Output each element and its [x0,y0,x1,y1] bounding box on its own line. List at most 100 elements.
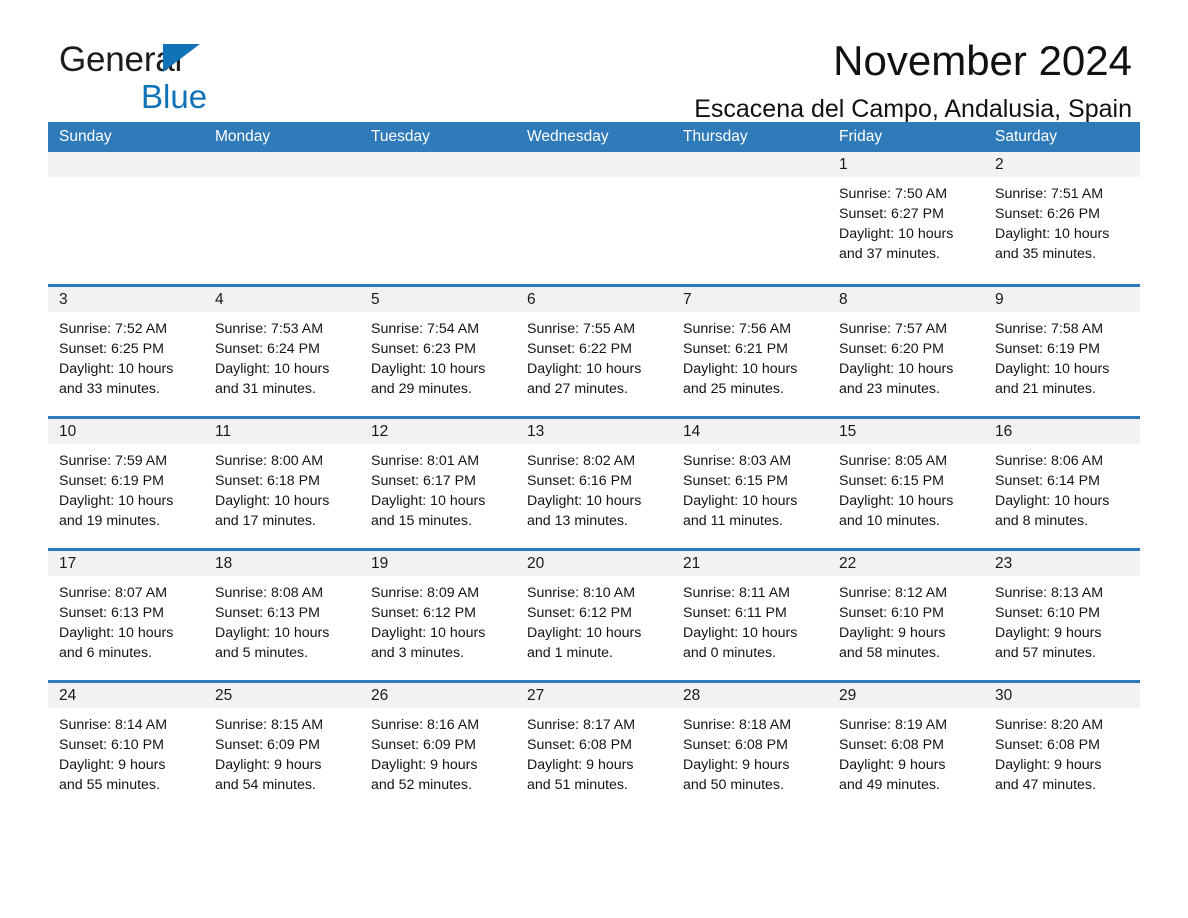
day-cell[interactable]: 1 Sunrise: 7:50 AM Sunset: 6:27 PM Dayli… [828,152,984,284]
day-number: 19 [371,555,389,572]
day-cell[interactable]: 23 Sunrise: 8:13 AM Sunset: 6:10 PM Dayl… [984,551,1140,680]
sunset-text: Sunset: 6:22 PM [527,341,632,357]
day-cell[interactable]: 11 Sunrise: 8:00 AM Sunset: 6:18 PM Dayl… [204,419,360,548]
daylight-text-line1: Daylight: 9 hours [839,625,946,641]
daylight-text-line1: Daylight: 9 hours [995,625,1102,641]
day-cell[interactable] [204,152,360,284]
daylight-text-line2: and 11 minutes. [683,513,783,529]
sunrise-text: Sunrise: 7:53 AM [215,321,324,337]
day-cell[interactable]: 6 Sunrise: 7:55 AM Sunset: 6:22 PM Dayli… [516,287,672,416]
day-cell[interactable]: 9 Sunrise: 7:58 AM Sunset: 6:19 PM Dayli… [984,287,1140,416]
day-cell[interactable]: 13 Sunrise: 8:02 AM Sunset: 6:16 PM Dayl… [516,419,672,548]
day-cell[interactable]: 14 Sunrise: 8:03 AM Sunset: 6:15 PM Dayl… [672,419,828,548]
sunrise-text: Sunrise: 8:00 AM [215,453,324,469]
day-cell[interactable] [360,152,516,284]
day-cell[interactable]: 3 Sunrise: 7:52 AM Sunset: 6:25 PM Dayli… [48,287,204,416]
day-details: Sunrise: 8:20 AM Sunset: 6:08 PM Dayligh… [984,708,1140,795]
day-cell[interactable]: 2 Sunrise: 7:51 AM Sunset: 6:26 PM Dayli… [984,152,1140,284]
day-number: 12 [371,423,389,440]
day-details: Sunrise: 8:12 AM Sunset: 6:10 PM Dayligh… [828,576,984,663]
sunrise-text: Sunrise: 8:16 AM [371,717,480,733]
day-number: 15 [839,423,857,440]
daylight-text-line2: and 3 minutes. [371,645,465,661]
day-cell[interactable]: 8 Sunrise: 7:57 AM Sunset: 6:20 PM Dayli… [828,287,984,416]
daylight-text-line2: and 17 minutes. [215,513,316,529]
general-blue-logo[interactable]: General Blue [59,42,319,114]
day-number: 10 [59,423,77,440]
daylight-text-line2: and 51 minutes. [527,777,628,793]
day-number: 4 [215,291,224,308]
day-number-band: 10 [48,419,204,444]
daylight-text-line2: and 8 minutes. [995,513,1089,529]
day-cell[interactable]: 22 Sunrise: 8:12 AM Sunset: 6:10 PM Dayl… [828,551,984,680]
sunrise-text: Sunrise: 8:17 AM [527,717,636,733]
daylight-text-line1: Daylight: 10 hours [215,361,330,377]
day-number: 27 [527,687,545,704]
day-number: 14 [683,423,701,440]
daylight-text-line2: and 29 minutes. [371,381,472,397]
day-cell[interactable]: 7 Sunrise: 7:56 AM Sunset: 6:21 PM Dayli… [672,287,828,416]
daylight-text-line1: Daylight: 10 hours [371,625,486,641]
day-details: Sunrise: 8:03 AM Sunset: 6:15 PM Dayligh… [672,444,828,531]
day-cell[interactable]: 5 Sunrise: 7:54 AM Sunset: 6:23 PM Dayli… [360,287,516,416]
day-number-band: 7 [672,287,828,312]
day-number: 7 [683,291,692,308]
daylight-text-line1: Daylight: 10 hours [839,226,954,242]
day-number-band: 15 [828,419,984,444]
day-cell[interactable]: 29 Sunrise: 8:19 AM Sunset: 6:08 PM Dayl… [828,683,984,812]
daylight-text-line1: Daylight: 10 hours [59,361,174,377]
day-number-band: 5 [360,287,516,312]
sunrise-text: Sunrise: 8:20 AM [995,717,1104,733]
sunset-text: Sunset: 6:15 PM [839,473,944,489]
day-cell[interactable] [516,152,672,284]
day-cell[interactable]: 10 Sunrise: 7:59 AM Sunset: 6:19 PM Dayl… [48,419,204,548]
day-details: Sunrise: 7:57 AM Sunset: 6:20 PM Dayligh… [828,312,984,399]
day-details [48,177,204,184]
daylight-text-line2: and 19 minutes. [59,513,160,529]
daylight-text-line1: Daylight: 10 hours [527,493,642,509]
daylight-text-line1: Daylight: 10 hours [215,625,330,641]
sunrise-text: Sunrise: 8:11 AM [683,585,790,601]
daylight-text-line2: and 47 minutes. [995,777,1096,793]
sunset-text: Sunset: 6:09 PM [371,737,476,753]
day-cell[interactable]: 15 Sunrise: 8:05 AM Sunset: 6:15 PM Dayl… [828,419,984,548]
daylight-text-line1: Daylight: 9 hours [527,757,634,773]
day-number-band [360,152,516,177]
day-cell[interactable]: 27 Sunrise: 8:17 AM Sunset: 6:08 PM Dayl… [516,683,672,812]
day-cell[interactable]: 20 Sunrise: 8:10 AM Sunset: 6:12 PM Dayl… [516,551,672,680]
sunrise-text: Sunrise: 7:59 AM [59,453,168,469]
day-cell[interactable]: 21 Sunrise: 8:11 AM Sunset: 6:11 PM Dayl… [672,551,828,680]
logo-text-blue: Blue [141,78,208,115]
day-cell[interactable]: 18 Sunrise: 8:08 AM Sunset: 6:13 PM Dayl… [204,551,360,680]
day-cell[interactable] [672,152,828,284]
day-number-band [48,152,204,177]
day-cell[interactable]: 24 Sunrise: 8:14 AM Sunset: 6:10 PM Dayl… [48,683,204,812]
daylight-text-line2: and 27 minutes. [527,381,628,397]
week-row: 10 Sunrise: 7:59 AM Sunset: 6:19 PM Dayl… [48,416,1140,548]
day-number: 13 [527,423,545,440]
day-number: 30 [995,687,1013,704]
day-cell[interactable]: 12 Sunrise: 8:01 AM Sunset: 6:17 PM Dayl… [360,419,516,548]
daylight-text-line2: and 25 minutes. [683,381,784,397]
day-cell[interactable]: 17 Sunrise: 8:07 AM Sunset: 6:13 PM Dayl… [48,551,204,680]
sunset-text: Sunset: 6:10 PM [995,605,1100,621]
day-number-band: 18 [204,551,360,576]
day-number-band: 26 [360,683,516,708]
sunrise-text: Sunrise: 8:19 AM [839,717,948,733]
day-cell[interactable]: 4 Sunrise: 7:53 AM Sunset: 6:24 PM Dayli… [204,287,360,416]
day-cell[interactable] [48,152,204,284]
day-cell[interactable]: 26 Sunrise: 8:16 AM Sunset: 6:09 PM Dayl… [360,683,516,812]
day-cell[interactable]: 30 Sunrise: 8:20 AM Sunset: 6:08 PM Dayl… [984,683,1140,812]
sunrise-text: Sunrise: 8:15 AM [215,717,324,733]
day-number: 26 [371,687,389,704]
day-cell[interactable]: 19 Sunrise: 8:09 AM Sunset: 6:12 PM Dayl… [360,551,516,680]
day-number: 1 [839,156,848,173]
day-number-band: 4 [204,287,360,312]
daylight-text-line1: Daylight: 10 hours [839,493,954,509]
day-cell[interactable]: 28 Sunrise: 8:18 AM Sunset: 6:08 PM Dayl… [672,683,828,812]
sunset-text: Sunset: 6:18 PM [215,473,320,489]
day-number-band: 28 [672,683,828,708]
day-cell[interactable]: 16 Sunrise: 8:06 AM Sunset: 6:14 PM Dayl… [984,419,1140,548]
day-cell[interactable]: 25 Sunrise: 8:15 AM Sunset: 6:09 PM Dayl… [204,683,360,812]
day-number-band: 1 [828,152,984,177]
